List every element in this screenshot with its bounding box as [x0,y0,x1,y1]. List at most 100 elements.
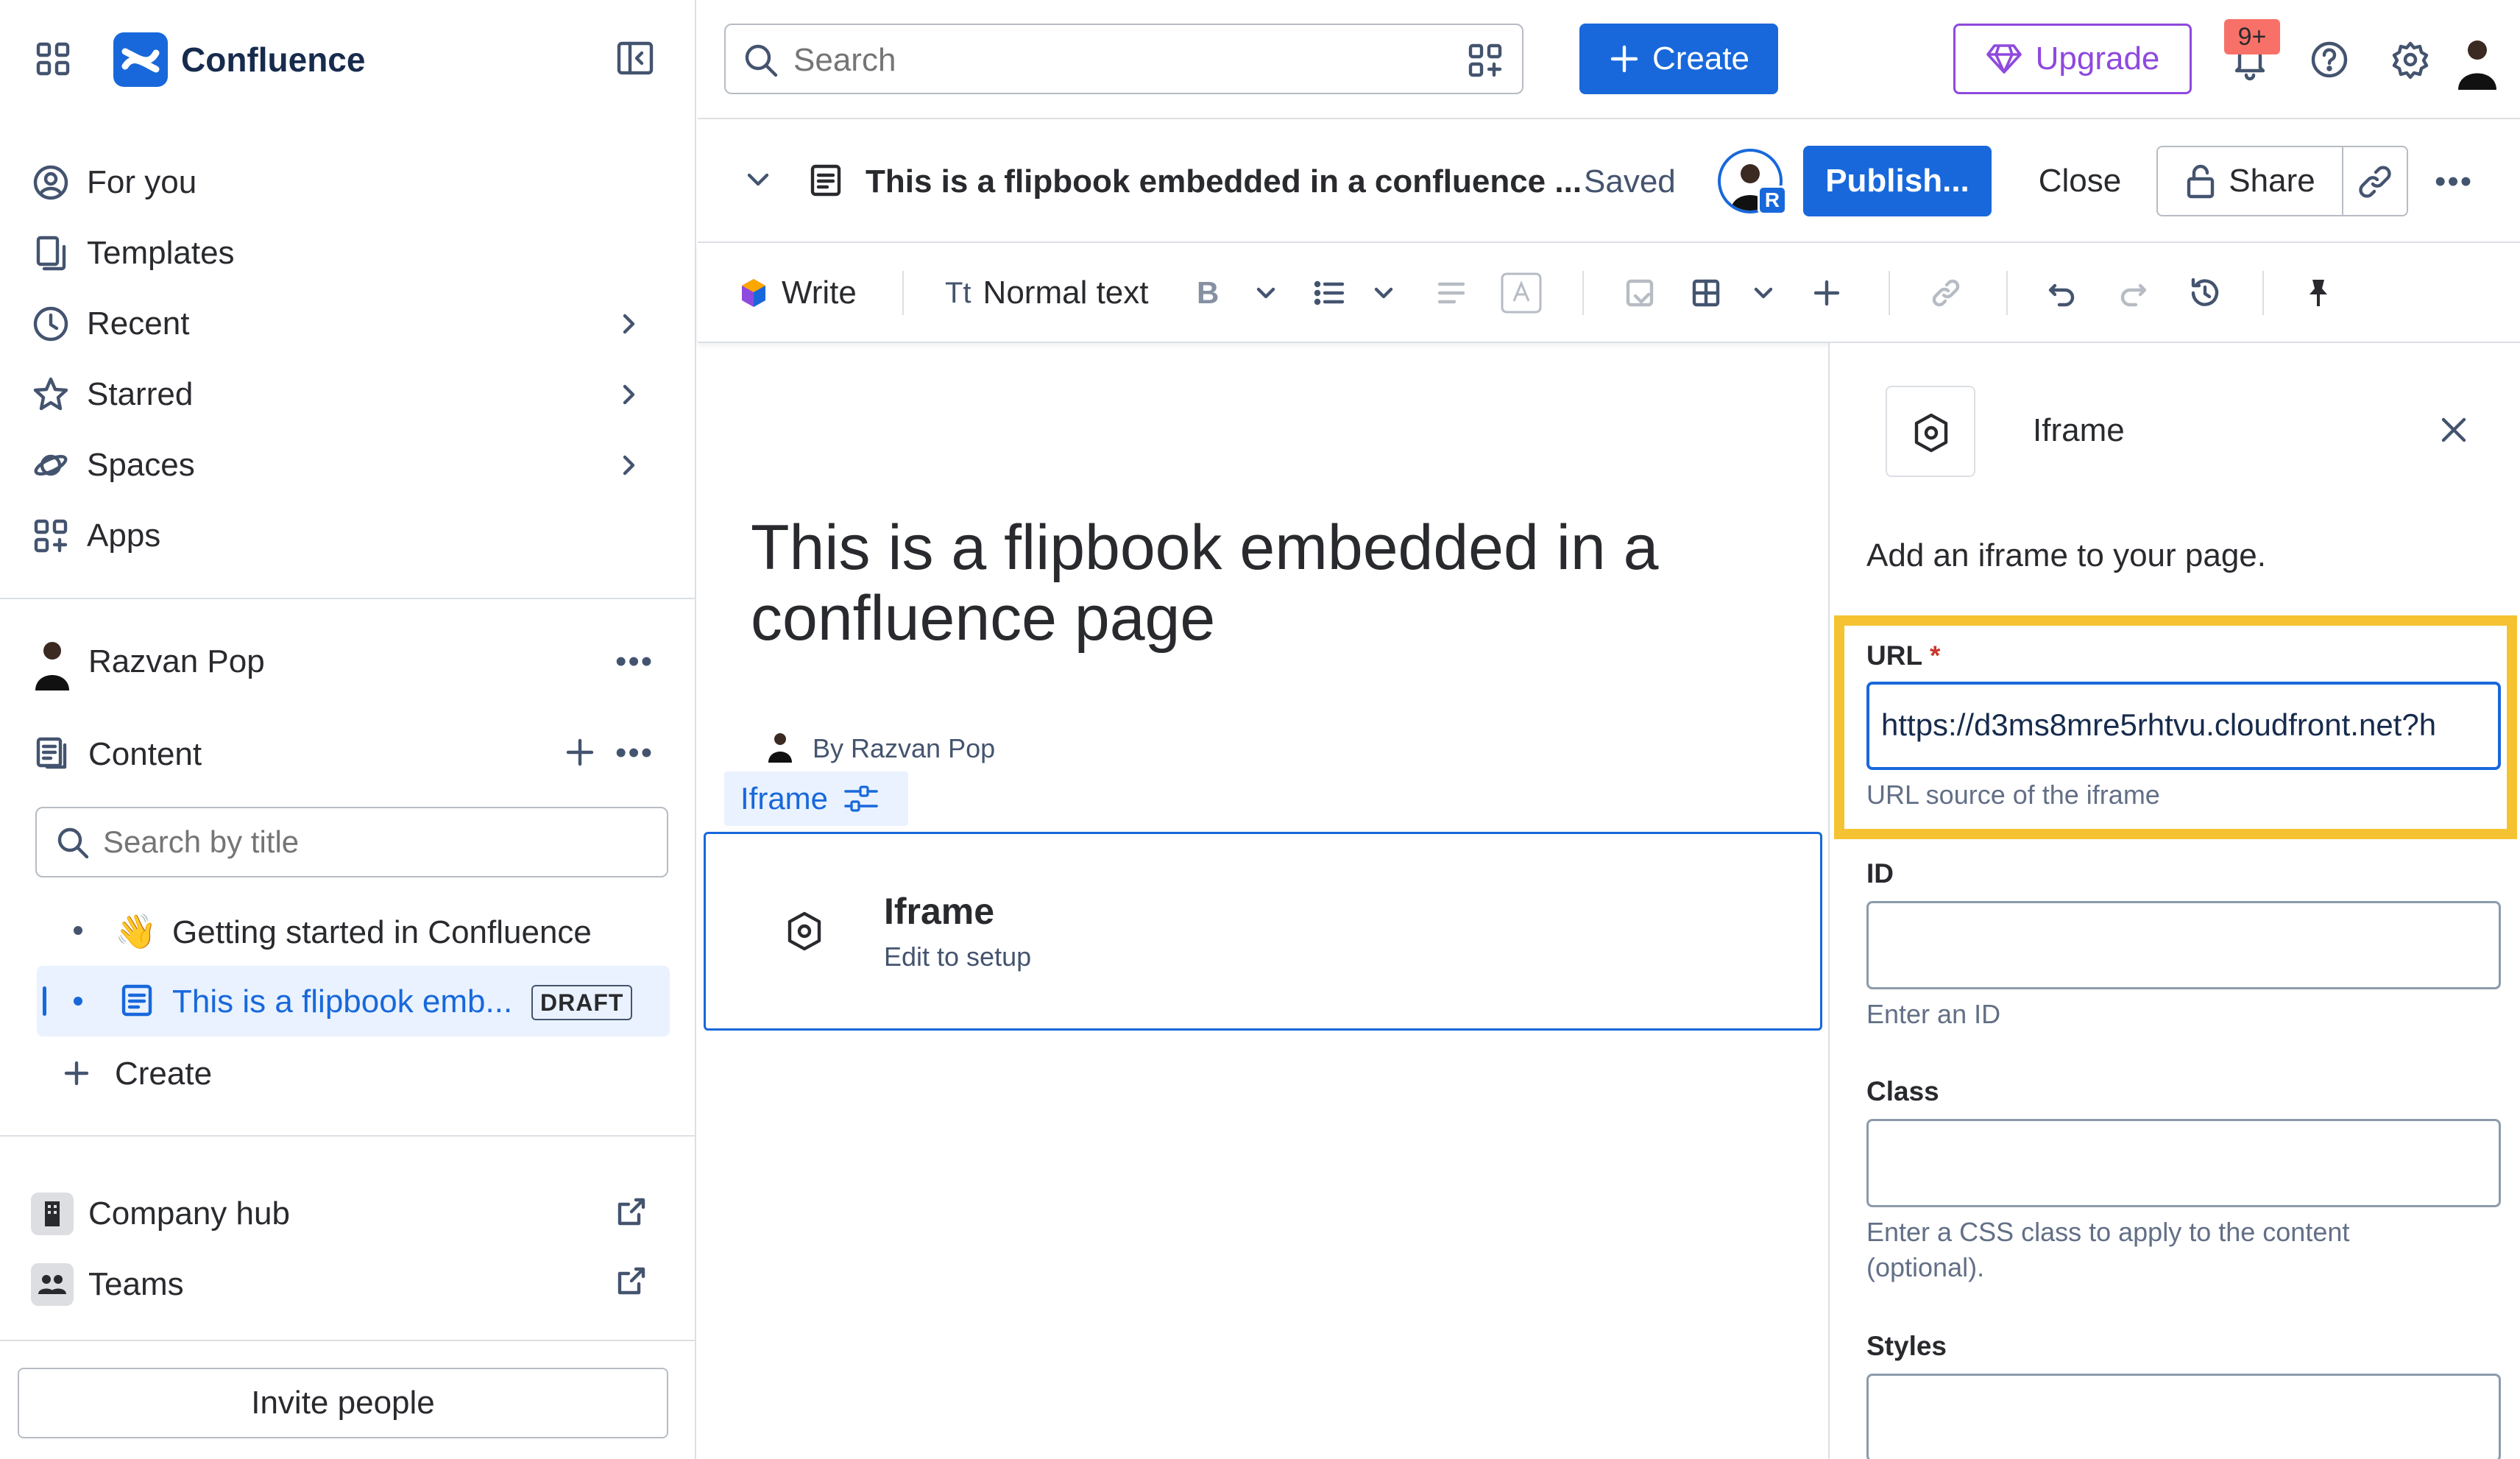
id-input[interactable] [1880,918,2484,969]
create-page-link[interactable]: Create [115,1056,212,1092]
macro-title: Iframe [884,891,995,932]
align-icon[interactable] [1437,243,1466,343]
nav-starred[interactable]: Starred [32,365,193,424]
insert-image-icon[interactable] [1625,243,1654,343]
pin-toolbar-icon[interactable] [2305,243,2332,343]
version-history-icon[interactable] [2189,243,2221,343]
avatar[interactable] [28,632,77,690]
nav-for-you[interactable]: For you [32,153,197,212]
upgrade-button[interactable]: Upgrade [1953,24,2192,94]
app-switcher-icon[interactable] [35,41,71,77]
share-button[interactable]: Share [2158,147,2342,215]
chevron-right-icon[interactable] [615,452,642,478]
text-style-label: Normal text [983,275,1149,311]
undo-icon[interactable] [2048,243,2077,343]
macro-settings-icon [844,785,878,812]
nav-company-hub[interactable]: Company hub [88,1195,290,1232]
more-actions-icon[interactable]: ••• [615,735,654,771]
page-title[interactable]: This is a flipbook embedded in a conflue… [751,512,1781,654]
bold-button[interactable]: B [1197,243,1219,343]
text-style-icon: Tt [945,276,971,309]
help-icon[interactable] [2310,40,2349,80]
write-ai-button[interactable]: Write [739,243,857,343]
wave-emoji-icon: 👋 [115,912,158,950]
chevron-down-icon[interactable] [1750,243,1777,343]
create-label: Create [1652,40,1750,77]
author-avatar [765,729,795,763]
divider [0,1135,696,1137]
confluence-logo-icon [113,32,168,87]
id-help: Enter an ID [1866,999,2001,1029]
bullet-list-icon[interactable] [1313,243,1345,343]
iframe-icon-tile [1886,386,1975,477]
url-input[interactable] [1881,699,2485,751]
more-actions-icon[interactable]: ••• [2435,163,2473,200]
close-button[interactable]: Close [2015,146,2145,216]
url-field[interactable] [1866,682,2501,770]
text-color-icon[interactable] [1500,243,1543,343]
nav-label: Recent [87,305,190,342]
chevron-right-icon[interactable] [615,381,642,408]
settings-gear-icon[interactable] [2390,40,2430,80]
notification-badge: 9+ [2224,19,2280,54]
close-icon[interactable] [2438,414,2470,446]
templates-icon [36,236,66,271]
content-label[interactable]: Content [88,736,202,773]
text-style-dropdown[interactable]: Tt Normal text [945,243,1149,343]
iframe-macro-placeholder[interactable]: Iframe Edit to setup [704,832,1822,1031]
nav-recent[interactable]: Recent [32,294,189,353]
redo-icon[interactable] [2118,243,2148,343]
chevron-down-icon[interactable] [1370,243,1397,343]
teams-icon [31,1263,74,1306]
create-button[interactable]: Create [1579,24,1778,94]
class-input[interactable] [1880,1136,2484,1187]
search-icon [745,44,778,77]
table-icon[interactable] [1691,243,1721,343]
chevron-down-icon[interactable] [743,165,773,194]
plus-icon [60,1057,93,1089]
styles-field[interactable] [1866,1374,2501,1459]
space-name[interactable]: Razvan Pop [88,643,265,680]
macro-tag[interactable]: Iframe [724,771,908,826]
insert-plus-icon[interactable] [1812,243,1841,343]
profile-avatar[interactable] [2448,28,2507,90]
app-name: Confluence [181,40,366,79]
byline[interactable]: By Razvan Pop [813,733,995,764]
id-field[interactable] [1866,901,2501,989]
nav-spaces[interactable]: Spaces [32,436,195,495]
panel-title: Iframe [2033,412,2125,448]
styles-input[interactable] [1880,1391,2484,1442]
styles-label: Styles [1866,1331,1947,1361]
add-content-icon[interactable] [564,736,596,769]
publish-button[interactable]: Publish... [1803,146,1992,216]
share-label: Share [2229,163,2315,199]
nav-teams[interactable]: Teams [88,1266,184,1303]
nav-label: Spaces [87,447,195,483]
class-help: Enter a CSS class to apply to the conten… [1866,1217,2350,1282]
sidebar: Confluence For you Templates Recent Star… [0,0,696,1459]
global-search-field[interactable] [724,24,1523,94]
external-link-icon[interactable] [617,1197,646,1226]
page-title-breadcrumb[interactable]: This is a flipbook embedded in a conflue… [866,163,1582,200]
tree-item-getting-started[interactable]: Getting started in Confluence [172,914,592,951]
ai-hexagon-icon [742,279,765,307]
chevron-down-icon[interactable] [1253,243,1279,343]
nav-templates[interactable]: Templates [32,224,235,283]
tree-item-flipbook[interactable]: This is a flipbook emb... [172,983,512,1020]
link-icon[interactable] [1931,243,1961,343]
search-by-title-field[interactable] [35,807,668,877]
copy-link-icon[interactable] [2358,165,2392,199]
global-search-input[interactable] [793,40,1426,81]
search-filter-icon[interactable] [1468,43,1503,78]
class-field[interactable] [1866,1119,2501,1207]
collapse-sidebar-icon[interactable] [617,41,654,75]
search-by-title-input[interactable] [103,822,648,863]
gem-icon [1986,44,2022,74]
save-status: Saved [1584,163,1676,199]
invite-people-button[interactable]: Invite people [18,1368,668,1438]
nav-apps[interactable]: Apps [32,506,160,565]
external-link-icon[interactable] [617,1266,646,1296]
building-icon [31,1193,74,1235]
chevron-right-icon[interactable] [615,311,642,337]
more-actions-icon[interactable]: ••• [615,643,654,680]
